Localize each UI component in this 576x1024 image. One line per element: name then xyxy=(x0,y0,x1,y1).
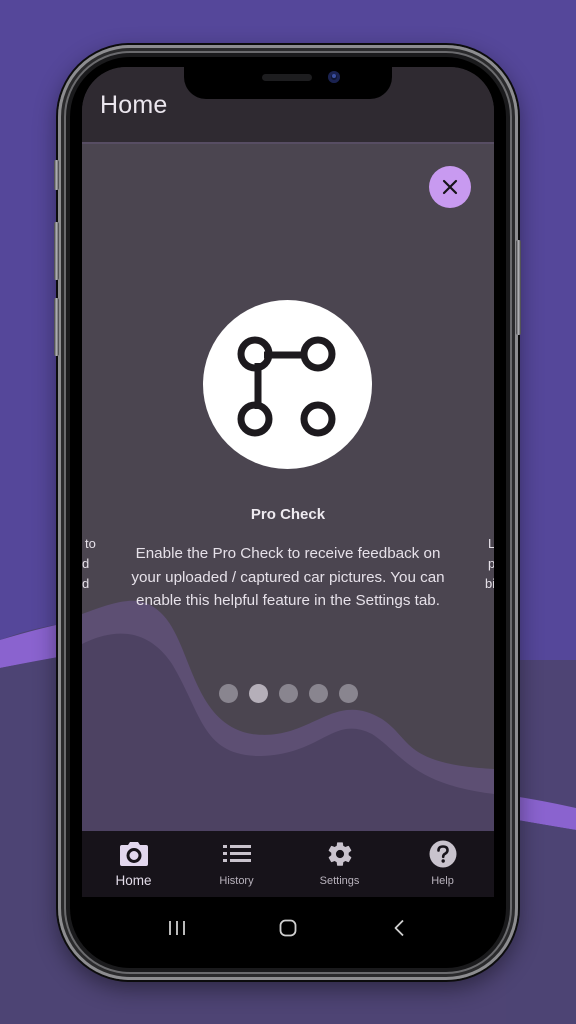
pattern-lock-icon xyxy=(237,336,335,436)
page-indicator xyxy=(82,684,494,703)
decorative-wave xyxy=(82,600,494,831)
camera-notch xyxy=(184,57,392,99)
help-icon xyxy=(428,840,458,868)
close-icon xyxy=(442,179,458,195)
peek-text: d xyxy=(82,556,90,571)
home-icon xyxy=(279,919,297,937)
list-icon xyxy=(222,840,252,868)
side-button xyxy=(54,160,59,190)
previous-slide-peek: to d d xyxy=(82,534,96,594)
home-button[interactable] xyxy=(268,913,308,943)
gear-icon xyxy=(325,840,355,868)
page-dot[interactable] xyxy=(248,684,268,703)
side-button xyxy=(54,222,59,280)
nav-label: Help xyxy=(431,875,454,887)
nav-item-history[interactable]: History xyxy=(185,831,288,897)
camera-icon xyxy=(119,840,149,868)
earpiece xyxy=(262,74,312,81)
slide-description: Enable the Pro Check to receive feedback… xyxy=(131,545,445,609)
side-button xyxy=(516,240,521,335)
peek-text: d xyxy=(82,576,90,591)
nav-label: Home xyxy=(115,873,152,888)
page-dot[interactable] xyxy=(308,684,328,703)
page-title: Home xyxy=(100,91,168,119)
page-dot[interactable] xyxy=(338,684,358,703)
system-navigation-bar xyxy=(82,897,494,959)
page-dot[interactable] xyxy=(278,684,298,703)
recents-button[interactable] xyxy=(157,913,197,943)
nav-label: History xyxy=(219,875,254,887)
feature-illustration xyxy=(203,300,372,469)
close-button[interactable] xyxy=(429,166,471,208)
next-slide-peek: L p bi xyxy=(485,534,494,594)
nav-item-home[interactable]: Home xyxy=(82,831,185,897)
nav-item-settings[interactable]: Settings xyxy=(288,831,391,897)
front-camera xyxy=(328,71,340,83)
page-dot[interactable] xyxy=(218,684,238,703)
nav-item-help[interactable]: Help xyxy=(391,831,494,897)
nav-label: Settings xyxy=(319,875,360,887)
bottom-navigation: Home History Settings Help xyxy=(82,831,494,897)
app-screen: Home Pro Check Enable the Pro Check to r… xyxy=(82,67,494,897)
back-button[interactable] xyxy=(379,913,419,943)
back-icon xyxy=(394,919,404,937)
side-button xyxy=(54,298,59,356)
peek-text: bi xyxy=(485,576,494,591)
peek-text: to xyxy=(85,536,96,551)
onboarding-carousel[interactable]: Pro Check Enable the Pro Check to receiv… xyxy=(82,142,494,831)
peek-text: p xyxy=(485,554,494,574)
slide-title: Pro Check xyxy=(250,506,326,523)
peek-text: L xyxy=(485,534,494,554)
recents-icon xyxy=(169,921,186,935)
